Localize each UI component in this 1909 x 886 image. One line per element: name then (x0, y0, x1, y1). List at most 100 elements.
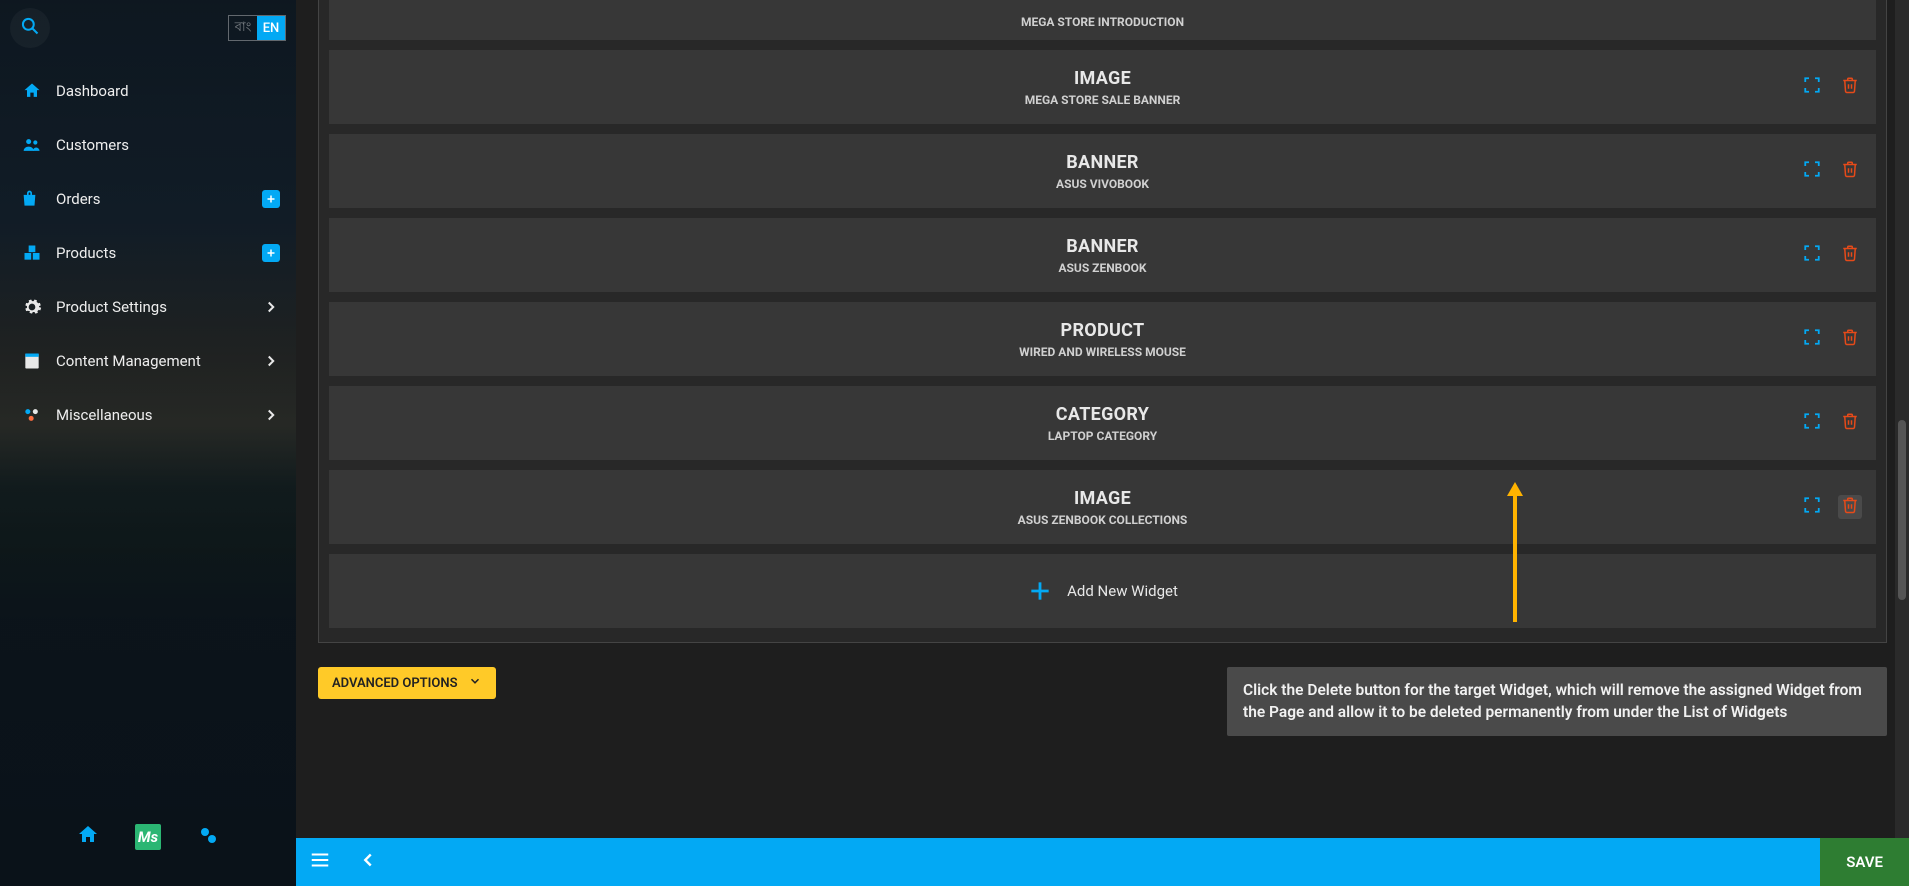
add-widget-label: Add New Widget (1067, 582, 1178, 600)
content-area: MEGA STORE INTRODUCTION IMAGE MEGA STORE S… (296, 0, 1909, 838)
widget-card[interactable]: BANNERASUS ZENBOOK (329, 218, 1876, 292)
delete-button[interactable] (1838, 243, 1862, 267)
widget-text: CATEGORYLAPTOP CATEGORY (1048, 404, 1157, 443)
instruction-tooltip: Click the Delete button for the target W… (1227, 667, 1887, 736)
advanced-options-label: ADVANCED OPTIONS (332, 676, 458, 691)
expand-button[interactable] (1800, 327, 1824, 351)
widget-actions (1800, 411, 1862, 435)
bottom-bar: SAVE (296, 838, 1909, 886)
home-icon (76, 823, 100, 851)
widget-title: PRODUCT (1019, 320, 1186, 341)
save-label: SAVE (1846, 853, 1883, 871)
sidebar-item-product-settings[interactable]: Product Settings (0, 280, 296, 334)
widget-card[interactable]: MEGA STORE INTRODUCTION (329, 0, 1876, 40)
plus-icon (1027, 578, 1053, 604)
expand-icon (1803, 328, 1821, 350)
sidebar-nav: Dashboard Customers Orders Products Product … (0, 56, 296, 442)
sidebar-item-tail (262, 244, 280, 262)
app-logo[interactable] (135, 824, 161, 850)
save-button[interactable]: SAVE (1820, 838, 1909, 886)
plus-badge-icon[interactable] (262, 190, 280, 208)
widget-card[interactable]: IMAGE MEGA STORE SALE BANNER (329, 50, 1876, 124)
scrollbar[interactable] (1895, 0, 1909, 838)
chevron-down-icon (468, 674, 482, 692)
sidebar-footer (0, 824, 296, 850)
widget-subtitle: MEGA STORE SALE BANNER (1025, 93, 1181, 107)
delete-button[interactable] (1838, 495, 1862, 519)
sidebar-item-label: Product Settings (56, 298, 167, 316)
expand-button[interactable] (1800, 495, 1824, 519)
menu-button[interactable] (296, 838, 344, 886)
delete-button[interactable] (1838, 327, 1862, 351)
language-toggle[interactable]: বাং EN (228, 15, 286, 41)
widget-card[interactable]: PRODUCTWIRED AND WIRELESS MOUSE (329, 302, 1876, 376)
group-icon (20, 135, 44, 155)
widget-subtitle: ASUS ZENBOOK COLLECTIONS (1018, 513, 1188, 527)
delete-button[interactable] (1838, 159, 1862, 183)
hamburger-icon (309, 849, 331, 875)
sidebar-item-label: Dashboard (56, 82, 129, 100)
search-button[interactable] (10, 8, 50, 48)
widget-title: BANNER (1058, 236, 1146, 257)
sidebar-item-miscellaneous[interactable]: Miscellaneous (0, 388, 296, 442)
sidebar-item-label: Orders (56, 190, 101, 208)
language-bn[interactable]: বাং (229, 16, 257, 40)
boxes-icon (20, 243, 44, 263)
trash-icon (1841, 160, 1859, 182)
widget-card[interactable]: IMAGEASUS ZENBOOK COLLECTIONS (329, 470, 1876, 544)
sidebar-item-dashboard[interactable]: Dashboard (0, 64, 296, 118)
settings-shortcut[interactable] (195, 824, 221, 850)
add-widget-button[interactable]: Add New Widget (329, 554, 1876, 628)
widget-text: PRODUCTWIRED AND WIRELESS MOUSE (1019, 320, 1186, 359)
advanced-options-button[interactable]: ADVANCED OPTIONS (318, 667, 496, 699)
sidebar-item-content-management[interactable]: Content Management (0, 334, 296, 388)
ms-logo-icon (135, 824, 161, 850)
widget-title: IMAGE (1025, 68, 1181, 89)
plus-badge-icon[interactable] (262, 244, 280, 262)
sidebar-item-tail (262, 190, 280, 208)
delete-button[interactable] (1838, 411, 1862, 435)
chevron-right-icon (262, 298, 280, 316)
expand-button[interactable] (1800, 75, 1824, 99)
search-icon (20, 16, 40, 40)
sidebar-item-tail (262, 406, 280, 424)
widget-list: MEGA STORE INTRODUCTION IMAGE MEGA STORE S… (318, 0, 1887, 643)
expand-icon (1803, 412, 1821, 434)
widget-card[interactable]: CATEGORYLAPTOP CATEGORY (329, 386, 1876, 460)
expand-button[interactable] (1800, 243, 1824, 267)
main: MEGA STORE INTRODUCTION IMAGE MEGA STORE S… (296, 0, 1909, 886)
sidebar-item-tail (262, 352, 280, 370)
dots-icon (20, 405, 44, 425)
widget-actions (1800, 243, 1862, 267)
page-icon (20, 351, 44, 371)
gear-group-icon (196, 823, 220, 851)
chevron-left-icon (357, 849, 379, 875)
widget-actions (1800, 495, 1862, 519)
expand-button[interactable] (1800, 411, 1824, 435)
sidebar-item-label: Products (56, 244, 116, 262)
widget-text: IMAGEASUS ZENBOOK COLLECTIONS (1018, 488, 1188, 527)
widget-actions (1800, 75, 1862, 99)
trash-icon (1841, 328, 1859, 350)
sidebar-item-customers[interactable]: Customers (0, 118, 296, 172)
sidebar-item-products[interactable]: Products (0, 226, 296, 280)
gear-icon (20, 297, 44, 317)
widget-card[interactable]: BANNERASUS VIVOBOOK (329, 134, 1876, 208)
home-icon (20, 81, 44, 101)
sidebar-top: বাং EN (0, 0, 296, 56)
sidebar-item-label: Miscellaneous (56, 406, 153, 424)
expand-icon (1803, 76, 1821, 98)
delete-button[interactable] (1838, 75, 1862, 99)
sidebar: বাং EN Dashboard Customers Orders Products P… (0, 0, 296, 886)
widget-text: BANNERASUS ZENBOOK (1058, 236, 1146, 275)
home-shortcut[interactable] (75, 824, 101, 850)
sidebar-item-label: Content Management (56, 352, 201, 370)
sidebar-item-orders[interactable]: Orders (0, 172, 296, 226)
widget-subtitle: MEGA STORE INTRODUCTION (1021, 15, 1184, 29)
back-button[interactable] (344, 838, 392, 886)
expand-button[interactable] (1800, 159, 1824, 183)
language-en[interactable]: EN (257, 16, 285, 40)
trash-icon (1841, 412, 1859, 434)
expand-icon (1803, 496, 1821, 518)
widget-text: MEGA STORE INTRODUCTION (1021, 11, 1184, 29)
